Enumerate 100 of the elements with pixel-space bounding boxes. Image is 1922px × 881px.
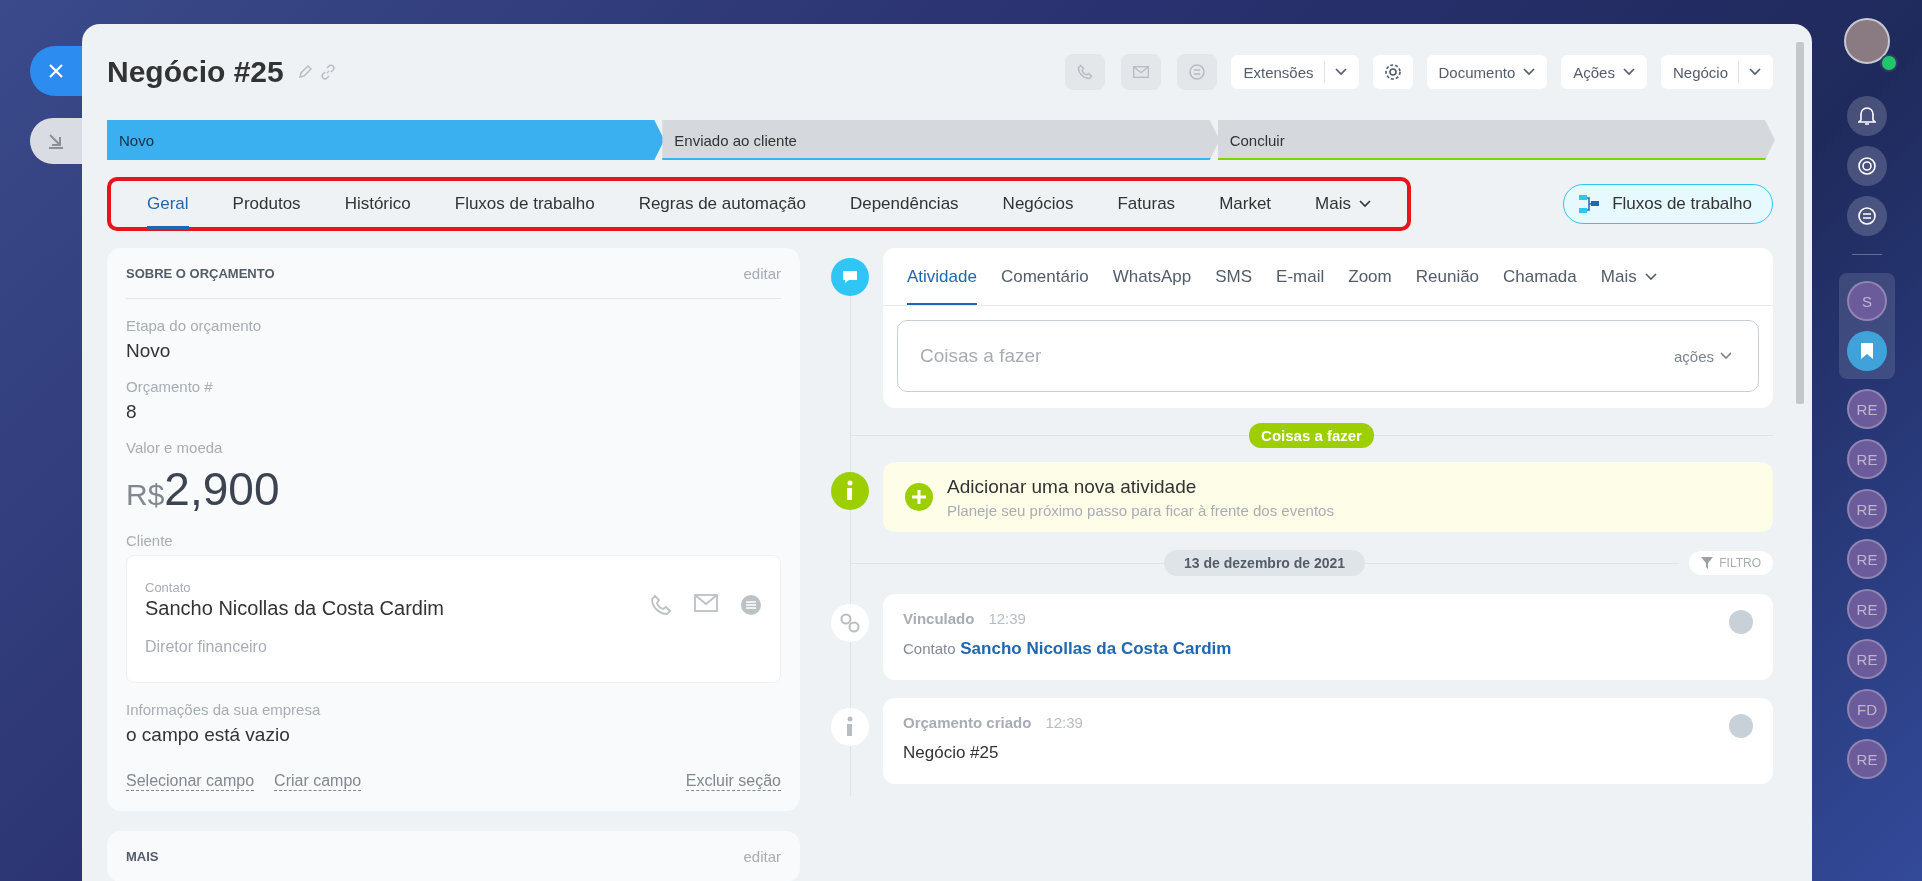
entry-title: Vinculado (903, 610, 975, 627)
bookmark-button[interactable] (1847, 331, 1887, 371)
field-label: Orçamento # (126, 378, 214, 395)
mail-button[interactable] (1121, 54, 1162, 90)
tab[interactable]: Zoom (1348, 248, 1392, 305)
add-activity-title: Adicionar uma nova atividade (947, 475, 1198, 498)
entry-time: 12:39 (988, 610, 1026, 627)
mail-icon[interactable] (694, 594, 718, 612)
stage-step[interactable]: Novo (107, 120, 665, 160)
comment-icon (831, 258, 869, 296)
field-label: Etapa do orçamento (126, 317, 263, 334)
tab[interactable]: Mais (1315, 179, 1371, 229)
flowchart-icon (1578, 194, 1601, 214)
tab[interactable]: SMS (1215, 248, 1253, 305)
scrollbar[interactable] (1796, 42, 1804, 404)
field-value: 8 (126, 401, 138, 423)
split-button[interactable]: Negócio (1660, 55, 1773, 89)
page-title: Negócio #25 (107, 55, 284, 89)
chevron-down-icon (1720, 352, 1732, 360)
contact-type: Contato (145, 580, 192, 595)
add-activity-card[interactable]: Adicionar uma nova atividade Planeje seu próximo passo para ficar à frente dos eventos (883, 462, 1773, 532)
settings-icon (1383, 63, 1402, 81)
entry-time: 12:39 (1045, 714, 1083, 731)
spiral-icon[interactable] (1847, 146, 1887, 186)
field-value: o campo está vazio (126, 724, 291, 746)
info-icon (845, 716, 855, 738)
stage-step[interactable]: Concluir (1217, 120, 1775, 160)
date-badge: 13 de dezembro de 2021 (1164, 550, 1366, 576)
tab[interactable]: Faturas (1117, 179, 1176, 229)
dropdown-button[interactable]: Ações (1561, 55, 1647, 89)
tab[interactable]: Regras de automação (638, 179, 806, 229)
user-avatar[interactable] (1844, 18, 1890, 64)
entity-label: Contato (903, 640, 956, 657)
tab[interactable]: Market (1219, 179, 1272, 229)
user-avatar (1729, 714, 1753, 738)
tab[interactable]: Reunião (1415, 248, 1480, 305)
todo-input-field[interactable]: Coisas a fazer ações (897, 320, 1759, 392)
field-value: Novo (126, 340, 172, 362)
contact-position: Diretor financeiro (145, 638, 268, 656)
contact-link[interactable]: Sancho Nicollas da Costa Cardim (960, 639, 1232, 658)
chat-button[interactable] (1177, 54, 1218, 90)
field-label: Informações da sua empresa (126, 701, 322, 718)
entry-text: Negócio #25 (903, 743, 1000, 763)
minimize-icon (47, 132, 65, 150)
currency-symbol: R$ (126, 478, 165, 512)
tab[interactable]: Histórico (344, 179, 411, 229)
tab[interactable]: Comentário (1000, 248, 1089, 305)
dropdown-button[interactable]: Documento (1426, 55, 1548, 89)
tab[interactable]: Negócios (1002, 179, 1074, 229)
workflow-button[interactable]: Fluxos de trabalho (1563, 184, 1773, 224)
tab[interactable]: Geral (147, 179, 189, 229)
chevron-down-icon (1622, 68, 1635, 76)
section-title: MAIS (126, 848, 159, 864)
chevron-down-icon (1644, 272, 1657, 281)
phone-button[interactable] (1065, 54, 1106, 90)
chevron-down-icon (1334, 68, 1347, 76)
info-icon (831, 472, 869, 510)
bell-icon[interactable] (1847, 96, 1887, 136)
tab[interactable]: Chamada (1503, 248, 1577, 305)
settings-button[interactable] (1372, 55, 1413, 89)
filter-icon (1701, 557, 1714, 569)
tab[interactable]: Produtos (232, 179, 301, 229)
actions-dropdown[interactable]: ações (1667, 346, 1738, 366)
phone-icon[interactable] (650, 594, 672, 616)
chat-icon (1188, 63, 1207, 81)
bookmark-icon (1860, 342, 1874, 360)
chevron-down-icon (1359, 199, 1371, 208)
status-badge (1880, 54, 1898, 72)
link-icon[interactable] (319, 64, 336, 80)
user-avatar (1729, 610, 1753, 634)
chevron-down-icon (1749, 68, 1761, 76)
chevron-down-icon (1523, 68, 1536, 76)
split-button[interactable]: Extensões (1231, 55, 1359, 89)
stage-step[interactable]: Enviado ao cliente (662, 120, 1220, 160)
delete-section-link[interactable]: Excluir seção (685, 772, 781, 791)
field-label: Valor e moeda (126, 439, 224, 456)
plus-icon (905, 483, 933, 511)
tab[interactable]: E-mail (1276, 248, 1325, 305)
minimize-button[interactable] (30, 118, 82, 164)
tab[interactable]: Mais (1600, 248, 1657, 305)
action-link[interactable]: Selecionar campo (126, 772, 255, 791)
tab[interactable]: Dependências (849, 179, 959, 229)
section-badge: Coisas a fazer (1249, 422, 1374, 448)
section-title: SOBRE O ORÇAMENTO (126, 265, 275, 281)
pencil-icon[interactable] (297, 65, 312, 79)
amount-value: 2,900 (164, 462, 280, 516)
close-button[interactable] (30, 46, 82, 96)
close-icon (48, 63, 64, 79)
link-icon (839, 612, 861, 634)
action-link[interactable]: Criar campo (274, 772, 362, 791)
add-activity-hint: Planeje seu próximo passo para ficar à frente dos eventos (947, 501, 1334, 519)
contact-name: Sancho Nicollas da Costa Cardim (145, 597, 445, 620)
tab[interactable]: Atividade (907, 248, 977, 305)
tab[interactable]: WhatsApp (1112, 248, 1192, 305)
phone-icon (1077, 64, 1094, 80)
tab[interactable]: Fluxos de trabalho (454, 179, 595, 229)
chat-icon[interactable] (1847, 196, 1887, 236)
mail-icon (1133, 66, 1150, 78)
entry-title: Orçamento criado (903, 714, 1032, 731)
field-label: Cliente (126, 532, 174, 549)
